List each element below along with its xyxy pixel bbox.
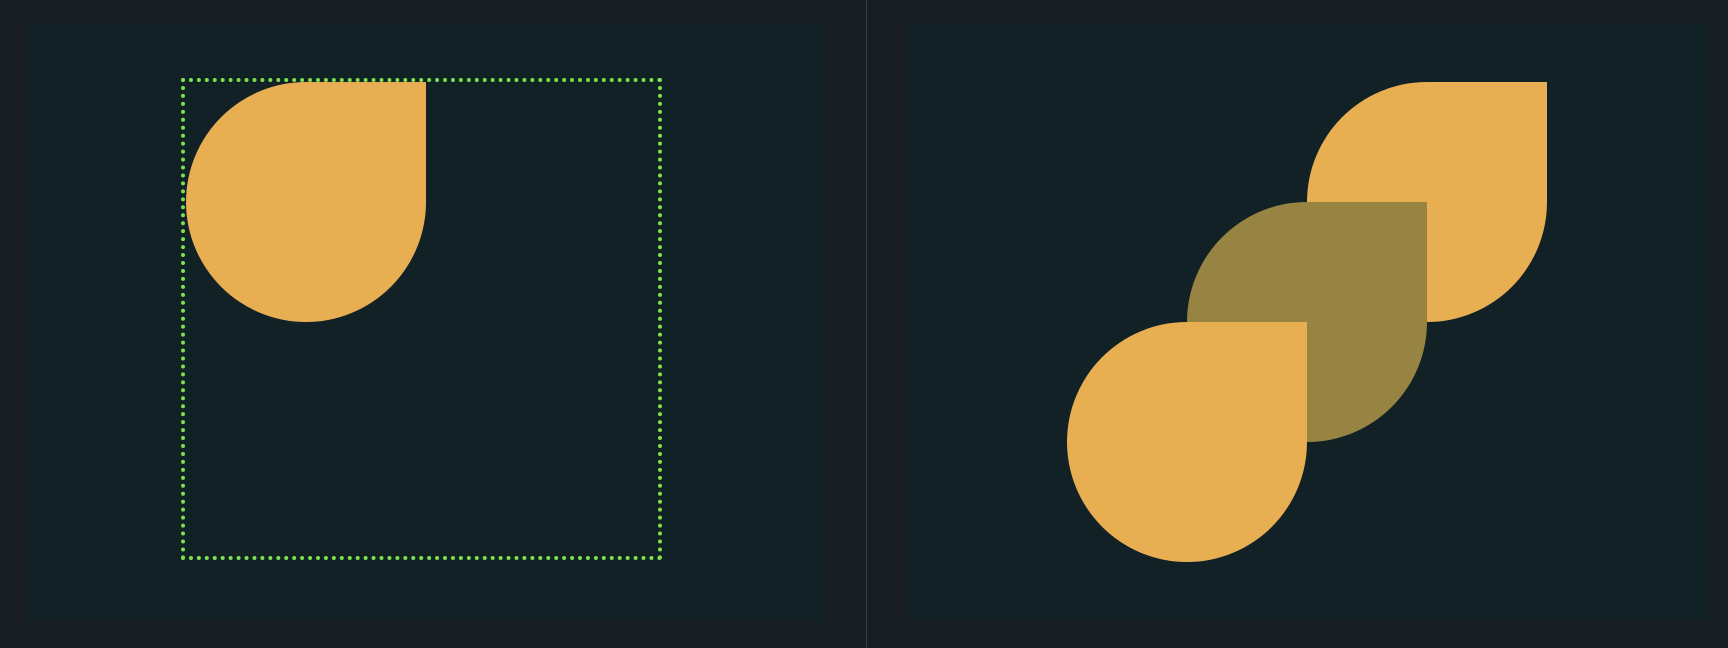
teardrop-shape-bottom bbox=[1067, 322, 1307, 562]
right-panel bbox=[909, 24, 1709, 622]
teardrop-shape bbox=[186, 82, 426, 322]
panel-divider bbox=[866, 0, 867, 648]
canvas-stage bbox=[0, 0, 1728, 648]
left-panel bbox=[26, 24, 826, 622]
